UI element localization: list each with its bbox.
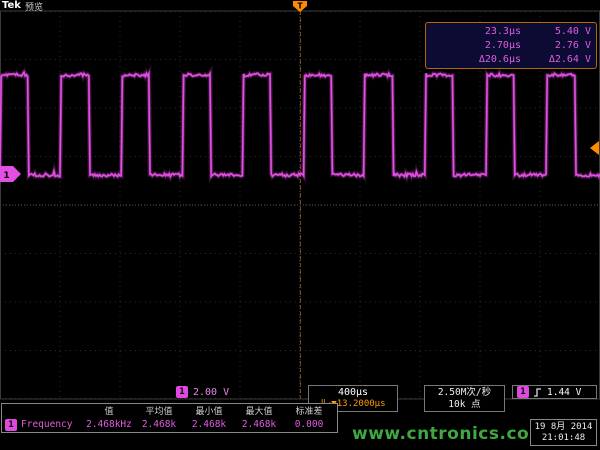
- timebase-value: 400µs: [309, 387, 397, 399]
- cursor-b-volt: 2.76 V: [521, 40, 591, 51]
- rising-edge-slope-icon: [533, 387, 543, 398]
- meas-header-min: 最小值: [184, 404, 234, 417]
- meas-header-mean: 平均值: [134, 404, 184, 417]
- svg-text:T: T: [297, 2, 303, 11]
- cursor-delta-row: Δ20.6µs Δ2.64 V: [431, 54, 591, 65]
- delay-value: 13.2000µs: [337, 399, 386, 409]
- trigger-level-value: 1.44 V: [547, 387, 581, 398]
- channel-badge: 1: [176, 386, 188, 398]
- cursor-b-time: 2.70µs: [439, 40, 521, 51]
- cursor-readout-panel: 23.3µs 5.40 V 2.70µs 2.76 V Δ20.6µs Δ2.6…: [425, 22, 597, 69]
- measurement-panel: 值 平均值 最小值 最大值 标准差 1 Frequency 2.468kHz 2…: [1, 403, 338, 433]
- cursor-delta-time: Δ20.6µs: [439, 54, 521, 65]
- meas-channel-badge: 1: [5, 419, 17, 431]
- cursor-row-a: 23.3µs 5.40 V: [431, 26, 591, 37]
- oscilloscope-screen: 1 T Tek 预览 23.3µs 5.40 V 2.70µs 2.76 V Δ2…: [0, 0, 600, 450]
- cursor-delta-volt: Δ2.64 V: [521, 54, 591, 65]
- channel-scale-readout[interactable]: 1 2.00 V: [176, 386, 229, 398]
- meas-header-value: 值: [84, 404, 134, 417]
- brand-logo: Tek: [2, 0, 21, 11]
- measurement-headers: 值 平均值 最小值 最大值 标准差: [2, 404, 337, 417]
- date-value: 19 8月 2014: [531, 422, 596, 433]
- meas-name: Frequency: [21, 419, 84, 430]
- trigger-source-badge: 1: [517, 386, 529, 398]
- time-value: 21:01:48: [531, 433, 596, 444]
- svg-text:1: 1: [3, 171, 9, 181]
- watermark-text: www.cntronics.com: [352, 424, 547, 444]
- cursor-a-volt: 5.40 V: [521, 26, 591, 37]
- acquisition-mode-label: 预览: [25, 0, 43, 13]
- record-length-value: 10k 点: [425, 399, 504, 411]
- trigger-box[interactable]: 1 1.44 V: [512, 385, 597, 399]
- meas-header-std: 标准差: [284, 404, 334, 417]
- meas-max: 2.468k: [234, 419, 284, 430]
- meas-header-max: 最大值: [234, 404, 284, 417]
- meas-std: 0.000: [284, 419, 334, 430]
- meas-mean: 2.468k: [134, 419, 184, 430]
- channel-scale-value: 2.00 V: [193, 387, 229, 398]
- meas-value: 2.468kHz: [84, 419, 134, 430]
- cursor-row-b: 2.70µs 2.76 V: [431, 40, 591, 51]
- meas-min: 2.468k: [184, 419, 234, 430]
- measurement-row-frequency: 1 Frequency 2.468kHz 2.468k 2.468k 2.468…: [2, 417, 337, 432]
- acquisition-box[interactable]: 2.50M次/秒 10k 点: [424, 385, 505, 412]
- sample-rate-value: 2.50M次/秒: [425, 387, 504, 399]
- cursor-a-time: 23.3µs: [439, 26, 521, 37]
- datetime-box: 19 8月 2014 21:01:48: [530, 419, 597, 446]
